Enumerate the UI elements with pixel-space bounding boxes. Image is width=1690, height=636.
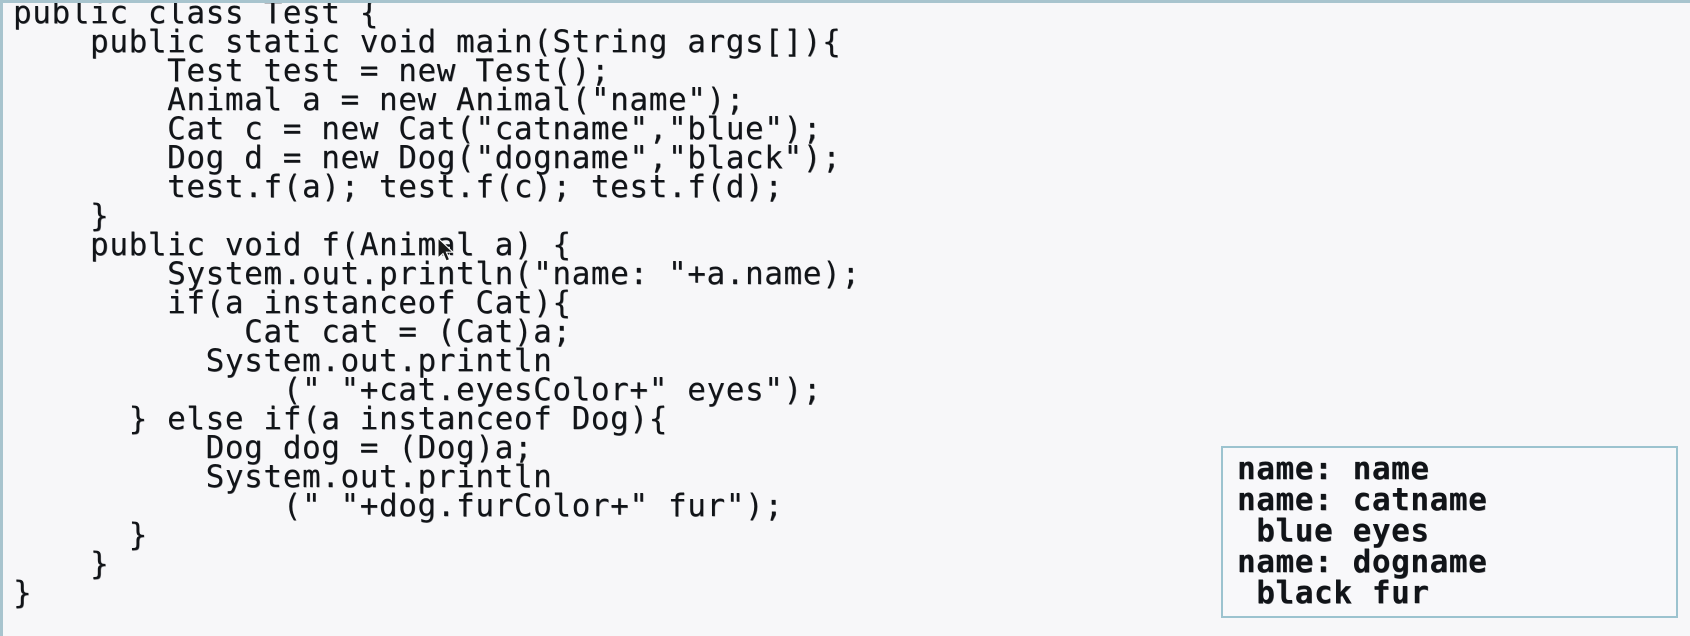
console-output-line: name: name	[1237, 451, 1430, 487]
console-output-line: black fur	[1237, 575, 1430, 611]
console-output-box: name: name name: catname blue eyes name: d…	[1221, 446, 1678, 618]
console-output-line: name: catname	[1237, 482, 1488, 518]
code-screenshot: public class Test { public static void m…	[0, 0, 1690, 636]
code-line: }	[13, 575, 33, 611]
console-output-line: name: dogname	[1237, 544, 1488, 580]
console-output-line: blue eyes	[1237, 513, 1430, 549]
code-line: test.f(a); test.f(c); test.f(d);	[13, 169, 784, 205]
